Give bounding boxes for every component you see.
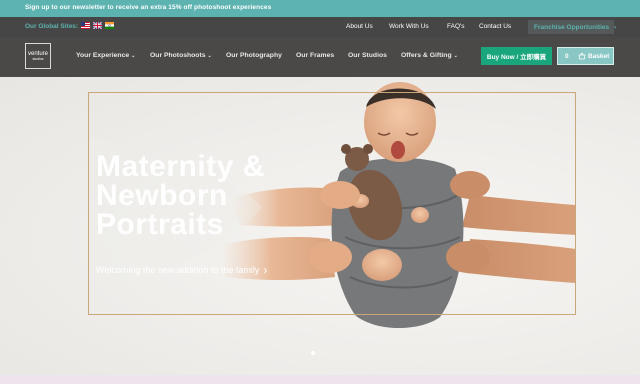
basket-count: 0: [565, 53, 569, 60]
uk-flag-icon[interactable]: [93, 22, 102, 29]
main-navigation: venture studios Your Experience ⌄ Our Pho…: [0, 37, 640, 77]
hero-headline: Maternity & Newborn Portraits: [96, 150, 316, 241]
nav-offers-gifting[interactable]: Offers & Gifting ⌄: [401, 52, 458, 59]
chevron-right-icon: ›: [613, 24, 617, 31]
nav-our-studios[interactable]: Our Studios: [348, 52, 387, 59]
nav-item-label: Our Photography: [226, 52, 282, 59]
franchise-label: Franchise Opportunities: [534, 24, 610, 31]
chevron-down-icon: ⌄: [207, 53, 212, 59]
nav-item-label: Our Studios: [348, 52, 387, 59]
faqs-link[interactable]: FAQ's: [447, 23, 465, 30]
venture-studios-logo[interactable]: venture studios: [25, 43, 51, 69]
headline-line: Newborn: [96, 179, 228, 212]
us-flag-icon[interactable]: [81, 22, 90, 29]
contact-us-link[interactable]: Contact Us: [479, 23, 511, 30]
basket-button[interactable]: 0 Basket: [557, 47, 614, 65]
chevron-down-icon: ⌄: [453, 53, 458, 59]
promo-banner[interactable]: Sign up to our newsletter to receive an …: [0, 0, 640, 17]
basket-label: Basket: [588, 53, 610, 60]
nav-item-label: Your Experience: [76, 52, 130, 59]
franchise-opportunities-link[interactable]: Franchise Opportunities ›: [528, 20, 617, 34]
nav-our-frames[interactable]: Our Frames: [296, 52, 334, 59]
headline-line: Maternity &: [96, 150, 265, 183]
chevron-down-icon: ⌄: [131, 53, 136, 59]
hero-banner: Maternity & Newborn Portraits Welcoming …: [0, 77, 640, 375]
work-with-us-link[interactable]: Work With Us: [389, 23, 429, 30]
bottom-strip: [0, 375, 640, 384]
chevron-right-icon: ›: [263, 263, 268, 277]
slider-dot[interactable]: [311, 351, 315, 355]
nav-item-label: Offers & Gifting: [401, 52, 452, 59]
about-us-link[interactable]: About Us: [346, 23, 373, 30]
global-sites-label: Our Global Sites:: [25, 23, 79, 30]
nav-item-label: Our Photoshoots: [150, 52, 206, 59]
flag-list: [81, 22, 114, 31]
nav-item-label: Our Frames: [296, 52, 335, 59]
nav-our-photography[interactable]: Our Photography: [226, 52, 282, 59]
buy-now-button[interactable]: Buy Now / 立即購買: [481, 47, 552, 65]
nav-our-photoshoots[interactable]: Our Photoshoots ⌄: [150, 52, 212, 59]
promo-text[interactable]: Sign up to our newsletter to receive an …: [25, 4, 271, 11]
basket-icon: [578, 52, 586, 60]
headline-line: Portraits: [96, 208, 224, 241]
india-flag-icon[interactable]: [105, 22, 114, 29]
tagline-text: Welcoming the new addition to the family: [96, 265, 260, 275]
logo-subtext: studios: [32, 57, 44, 61]
nav-your-experience[interactable]: Your Experience ⌄: [76, 52, 135, 59]
slider-pagination: [311, 351, 315, 355]
hero-tagline-link[interactable]: Welcoming the new addition to the family…: [96, 262, 268, 277]
top-bar: Our Global Sites: About Us Work With Us …: [0, 17, 640, 37]
